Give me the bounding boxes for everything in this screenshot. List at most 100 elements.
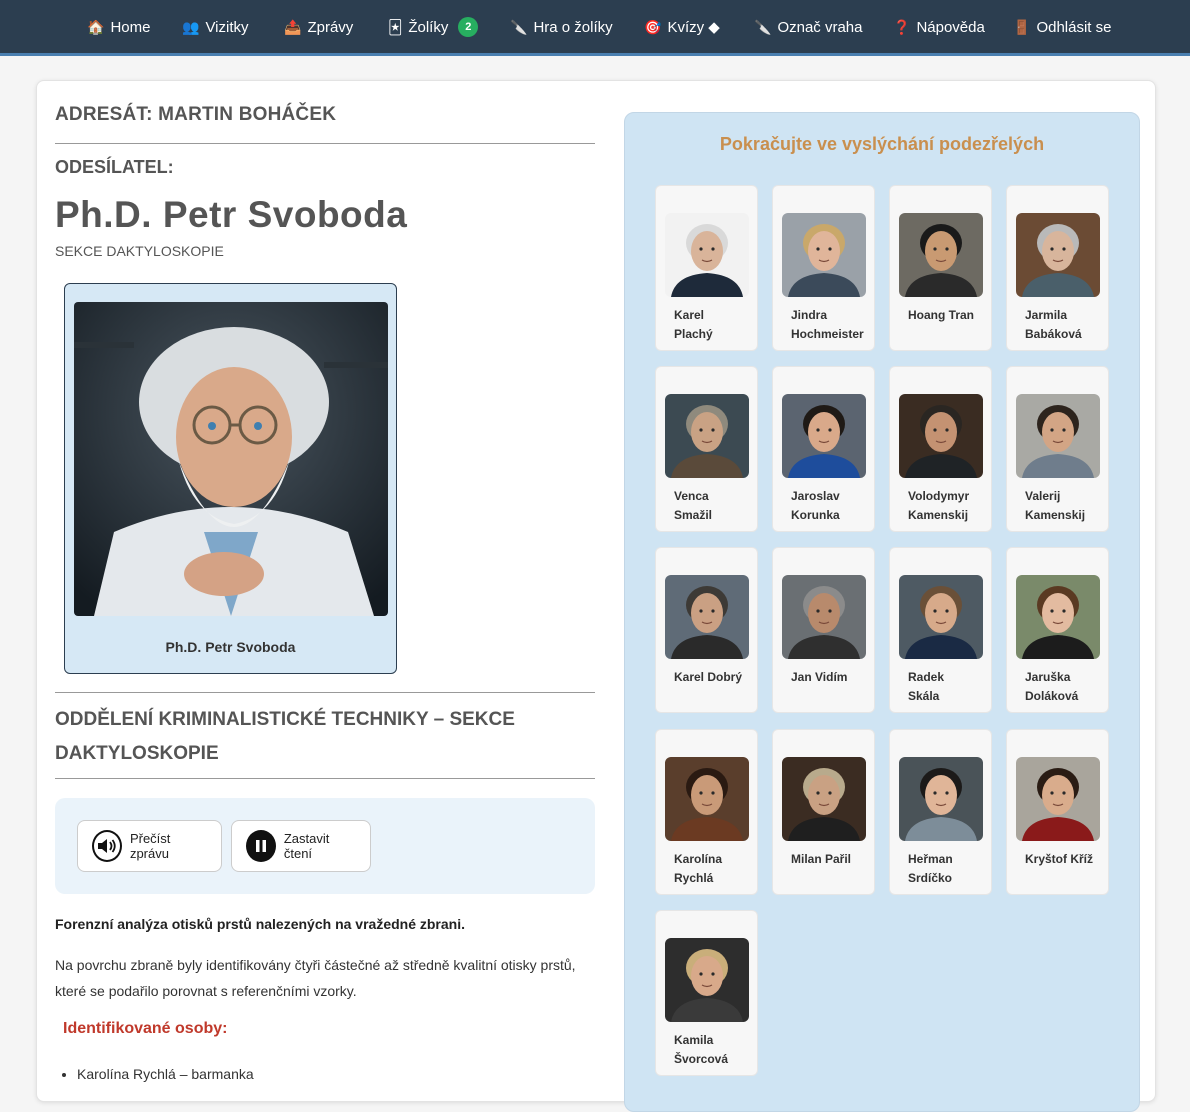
suspect-last-name: Doláková — [1025, 689, 1079, 703]
suspect-avatar — [899, 757, 983, 841]
suspect-avatar — [1016, 213, 1100, 297]
suspect-last-name: Korunka — [791, 508, 840, 522]
suspect-first-name: Kamila — [674, 1033, 714, 1047]
suspect-card[interactable]: Milan Pařil — [772, 729, 875, 895]
suspect-avatar — [782, 575, 866, 659]
nav-icon: 🎯 — [644, 19, 662, 35]
nav-label: Odhlásit se — [1036, 18, 1112, 36]
suspect-avatar — [782, 213, 866, 297]
suspect-name: Valerij Kamenskij — [1025, 487, 1105, 525]
divider — [55, 778, 595, 779]
suspect-name: Jaroslav Korunka — [791, 487, 871, 525]
message-intro: Forenzní analýza otisků prstů nalezených… — [55, 916, 465, 932]
sender-portrait — [74, 302, 388, 616]
suspect-card[interactable]: Heřman Srdíčko — [889, 729, 992, 895]
nav-icon: 🏠 — [87, 19, 105, 35]
suspect-card[interactable]: Hoang Tran — [889, 185, 992, 351]
suspect-card[interactable]: Jaroslav Korunka — [772, 366, 875, 532]
suspect-first-name: Jarmila — [1025, 308, 1068, 322]
suspect-name: Hoang Tran — [908, 306, 988, 325]
suspect-card[interactable]: Jindra Hochmeister — [772, 185, 875, 351]
sender-section: SEKCE DAKTYLOSKOPIE — [55, 243, 224, 259]
suspect-avatar — [1016, 757, 1100, 841]
nav-label: Označ vraha — [777, 18, 863, 36]
nav-icon: 🔪 — [510, 19, 528, 35]
nav-item[interactable]: 🚪 Odhlásit se — [1013, 0, 1111, 54]
suspect-avatar — [899, 394, 983, 478]
suspect-first-name: Hoang Tran — [908, 308, 975, 322]
suspect-first-name: Jaroslav — [791, 489, 840, 503]
suspect-last-name: Skála — [908, 689, 940, 703]
suspect-card[interactable]: Volodymyr Kamenskij — [889, 366, 992, 532]
suspect-last-name: Hochmeister — [791, 327, 864, 341]
suspect-name: Venca Smažil — [674, 487, 754, 525]
suspect-last-name: Plachý — [674, 327, 713, 341]
speaker-icon — [92, 830, 122, 862]
nav-label: Hra o žolíky — [533, 18, 613, 36]
suspect-card[interactable]: Karel Plachý — [655, 185, 758, 351]
suspect-first-name: Milan Pařil — [791, 852, 852, 866]
suspect-card[interactable]: Karolína Rychlá — [655, 729, 758, 895]
suspect-avatar — [782, 757, 866, 841]
suspect-name: Volodymyr Kamenskij — [908, 487, 988, 525]
sender-label: ODESÍLATEL: — [55, 157, 174, 177]
suspect-first-name: Jan Vidím — [791, 670, 848, 684]
suspect-first-name: Jaruška — [1025, 670, 1071, 684]
suspect-first-name: Valerij — [1025, 489, 1061, 503]
suspect-avatar — [665, 394, 749, 478]
nav-item[interactable]: 🏠 Home — [87, 0, 150, 54]
suspect-card[interactable]: Venca Smažil — [655, 366, 758, 532]
suspect-card[interactable]: Kryštof Kříž — [1006, 729, 1109, 895]
suspect-first-name: Karel Dobrý — [674, 670, 743, 684]
suspect-avatar — [665, 575, 749, 659]
suspect-card[interactable]: Valerij Kamenskij — [1006, 366, 1109, 532]
suspect-first-name: Venca — [674, 489, 709, 503]
nav-label: Zprávy — [307, 18, 354, 36]
suspect-card[interactable]: Jarmila Babáková — [1006, 185, 1109, 351]
nav-label: Home — [110, 18, 151, 36]
suspects-panel-title: Pokračujte ve vyslýchání podezřelých — [719, 134, 1045, 154]
suspect-first-name: Heřman — [908, 852, 953, 866]
nav-item[interactable]: 🔪 Označ vraha — [754, 0, 862, 54]
suspect-name: Kryštof Kříž — [1025, 850, 1105, 869]
divider — [55, 143, 595, 144]
suspect-avatar — [782, 394, 866, 478]
suspect-first-name: Radek — [908, 670, 945, 684]
nav-label: Žolíky — [408, 18, 449, 36]
suspect-card[interactable]: Jan Vidím — [772, 547, 875, 713]
suspect-avatar — [899, 213, 983, 297]
nav-item[interactable]: 👥 Vizitky — [182, 0, 249, 54]
divider — [55, 692, 595, 693]
suspect-last-name: Babáková — [1025, 327, 1082, 341]
nav-item[interactable]: 🃏 Žolíky 2 — [388, 0, 479, 54]
suspect-first-name: Jindra — [791, 308, 828, 322]
nav-label: Vizitky — [205, 18, 249, 36]
department-heading: ODDĚLENÍ KRIMINALISTICKÉ TECHNIKY – SEKC… — [55, 709, 515, 764]
suspect-last-name: Smažil — [674, 508, 713, 522]
nav-item[interactable]: 📤 Zprávy — [284, 0, 353, 54]
stop-reading-label: Zastavit čtení — [283, 831, 330, 861]
pause-icon — [246, 830, 276, 862]
nav-item[interactable]: 🔪 Hra o žolíky — [510, 0, 613, 54]
nav-icon: 👥 — [182, 19, 200, 35]
suspect-card[interactable]: Karel Dobrý — [655, 547, 758, 713]
recipient-heading: ADRESÁT: MARTIN BOHÁČEK — [55, 104, 337, 125]
nav-icon: 🃏 — [388, 19, 403, 35]
suspect-last-name: Kamenskij — [1025, 508, 1086, 522]
nav-label: Nápověda — [916, 18, 985, 36]
suspect-last-name: Srdíčko — [908, 871, 953, 885]
nav-item[interactable]: 🎯 Kvízy ◆ — [644, 0, 720, 54]
sender-photo-caption: Ph.D. Petr Svoboda — [165, 639, 296, 655]
suspect-avatar — [1016, 575, 1100, 659]
suspect-card[interactable]: Jaruška Doláková — [1006, 547, 1109, 713]
suspect-last-name: Kamenskij — [908, 508, 969, 522]
suspect-avatar — [899, 575, 983, 659]
stop-reading-button[interactable]: Zastavit čtení — [231, 820, 371, 872]
suspect-avatar — [665, 938, 749, 1022]
suspect-name: Jaruška Doláková — [1025, 668, 1105, 706]
suspect-card[interactable]: Radek Skála — [889, 547, 992, 713]
suspect-card[interactable]: Kamila Švorcová — [655, 910, 758, 1076]
suspect-first-name: Karel — [674, 308, 705, 322]
read-message-button[interactable]: Přečíst zprávu — [77, 820, 222, 872]
nav-item[interactable]: ❓ Nápověda — [893, 0, 985, 54]
